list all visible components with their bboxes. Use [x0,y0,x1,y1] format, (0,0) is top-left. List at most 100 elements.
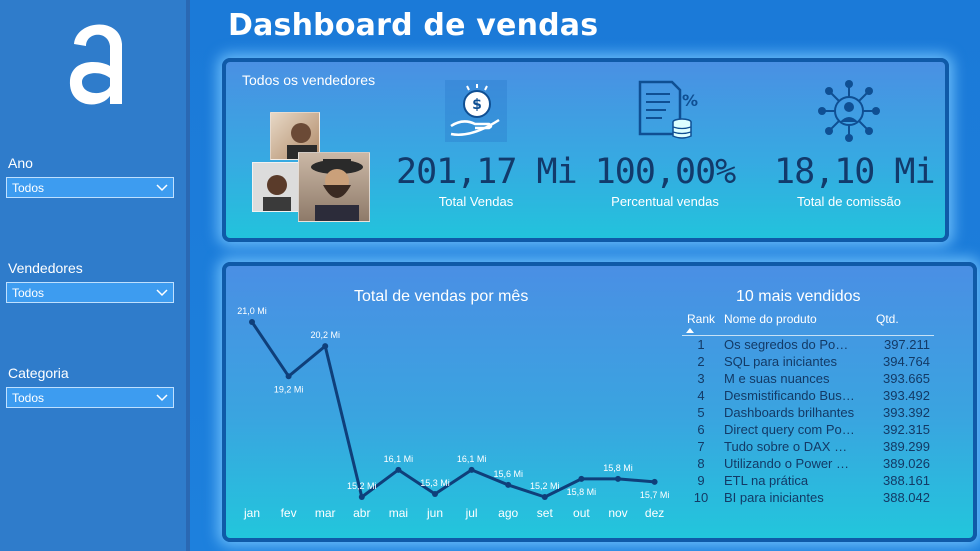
table-row[interactable]: 3 M e suas nuances 393.665 [682,370,934,387]
data-label: 15,8 Mi [603,463,633,473]
chevron-down-icon [156,183,168,191]
sort-ascending-icon [686,328,694,333]
x-tick-label: jan [243,506,260,520]
top-products-table: Rank Nome do produto Qtd. 1 Os segredos d… [682,310,934,506]
table-row[interactable]: 10 BI para iniciantes 388.042 [682,489,934,506]
kpi-value-total-comissao: 18,10 Mi [774,152,936,192]
vendor-photo-2[interactable] [252,162,300,212]
table-cell-name: Dashboards brilhantes [724,405,855,420]
table-cell-qtd: 389.026 [883,456,930,471]
table-cell-name: Desmistificando Bus… [724,388,855,403]
table-cell-qtd: 393.665 [883,371,930,386]
table-cell-name: Tudo sobre o DAX … [724,439,848,454]
data-label: 15,2 Mi [530,481,560,491]
table-cell-name: Utilizando o Power … [724,456,849,471]
data-point[interactable] [432,490,438,497]
chevron-down-icon [156,288,168,296]
x-tick-label: mai [389,506,408,520]
table-row[interactable]: 7 Tudo sobre o DAX … 389.299 [682,438,934,455]
table-cell-qtd: 392.315 [883,422,930,437]
x-tick-label: abr [353,506,370,520]
filter-ano: Ano Todos [6,155,174,198]
data-label: 15,8 Mi [567,487,597,497]
data-label: 15,6 Mi [493,469,523,479]
chevron-down-icon [156,393,168,401]
table-row[interactable]: 1 Os segredos do Po… 397.211 [682,336,934,353]
data-point[interactable] [651,478,658,485]
filter-select-ano[interactable]: Todos [6,177,174,198]
table-cell-qtd: 393.392 [883,405,930,420]
vendors-label: Todos os vendedores [242,72,376,88]
table-cell-rank: 6 [697,422,705,437]
money-hand-icon: $ [396,78,556,144]
column-header-name[interactable]: Nome do produto [720,312,870,326]
monthly-sales-line-chart[interactable]: 21,0 Mi jan 19,2 Mi fev 20,2 Mi mar 15,2 Mi abr… [226,266,676,538]
table-cell-rank: 5 [697,405,705,420]
filter-label-categoria: Categoria [8,365,69,381]
data-point[interactable] [578,475,585,482]
table-row[interactable]: 9 ETL na prática 388.161 [682,472,934,489]
data-label: 20,2 Mi [310,330,340,340]
data-point[interactable] [358,494,365,500]
kpi-label-total-comissao: Total de comissão [796,194,902,209]
data-point[interactable] [249,319,255,325]
brand-logo [69,24,122,105]
data-label: 15,3 Mi [420,478,450,488]
filter-value-ano: Todos [12,180,45,195]
table-row[interactable]: 6 Direct query com Po… 392.315 [682,421,934,438]
kpi-label-total-vendas: Total Vendas [438,194,514,209]
table-header: Rank Nome do produto Qtd. [682,310,934,336]
column-header-rank[interactable]: Rank [682,312,720,333]
kpi-value-total-vendas: 201,17 Mi [396,152,578,192]
data-label: 15,7 Mi [640,490,670,500]
table-cell-name: BI para iniciantes [724,490,824,505]
table-cell-rank: 8 [697,456,705,471]
series-line [250,321,655,499]
kpi-label-percentual-vendas: Percentual vendas [611,194,719,209]
percent-document-icon: % [590,78,740,144]
svg-text:$: $ [472,97,482,113]
data-point[interactable] [468,466,475,473]
svg-text:%: % [682,91,698,110]
table-cell-name: ETL na prática [724,473,809,488]
x-tick-label: nov [608,506,627,520]
filter-select-categoria[interactable]: Todos [6,387,174,408]
x-tick-label: jul [465,506,478,520]
table-cell-rank: 2 [697,354,705,369]
table-cell-qtd: 394.764 [883,354,930,369]
table-row[interactable]: 5 Dashboards brilhantes 393.392 [682,404,934,421]
filter-select-vendedores[interactable]: Todos [6,282,174,303]
filter-categoria: Categoria Todos [6,365,174,408]
table-cell-name: M e suas nuances [724,371,830,386]
table-row[interactable]: 8 Utilizando o Power … 389.026 [682,455,934,472]
table-cell-name: Os segredos do Po… [724,337,849,352]
table-cell-rank: 7 [697,439,705,454]
kpi-total-comissao: 18,10 Mi Total de comissão [774,78,936,209]
data-label: 15,2 Mi [347,481,377,491]
data-point[interactable] [615,475,621,482]
table-body: 1 Os segredos do Po… 397.211 2 SQL para inic… [682,336,934,506]
data-point[interactable] [395,466,402,473]
table-cell-rank: 10 [693,490,709,505]
table-cell-qtd: 388.161 [883,473,930,488]
table-row[interactable]: 2 SQL para iniciantes 394.764 [682,353,934,370]
x-tick-label: jun [426,506,443,520]
page-title: Dashboard de vendas [228,8,599,43]
kpi-percentual-vendas: % 100,00% Percentual vendas [590,78,740,209]
vendor-photo-3[interactable] [298,152,370,222]
table-title: 10 mais vendidos [736,288,861,305]
table-cell-rank: 1 [697,337,705,352]
table-row[interactable]: 4 Desmistificando Bus… 393.492 [682,387,934,404]
vendor-photos [252,112,372,222]
x-tick-label: out [573,506,590,520]
table-cell-rank: 3 [697,371,705,386]
table-cell-qtd: 388.042 [883,490,930,505]
table-cell-name: Direct query com Po… [724,422,855,437]
data-point[interactable] [505,481,512,488]
table-cell-rank: 4 [697,388,705,403]
data-point[interactable] [322,343,329,350]
data-point[interactable] [541,494,548,500]
data-point[interactable] [285,373,292,380]
table-cell-qtd: 389.299 [883,439,930,454]
column-header-qtd[interactable]: Qtd. [870,312,934,326]
